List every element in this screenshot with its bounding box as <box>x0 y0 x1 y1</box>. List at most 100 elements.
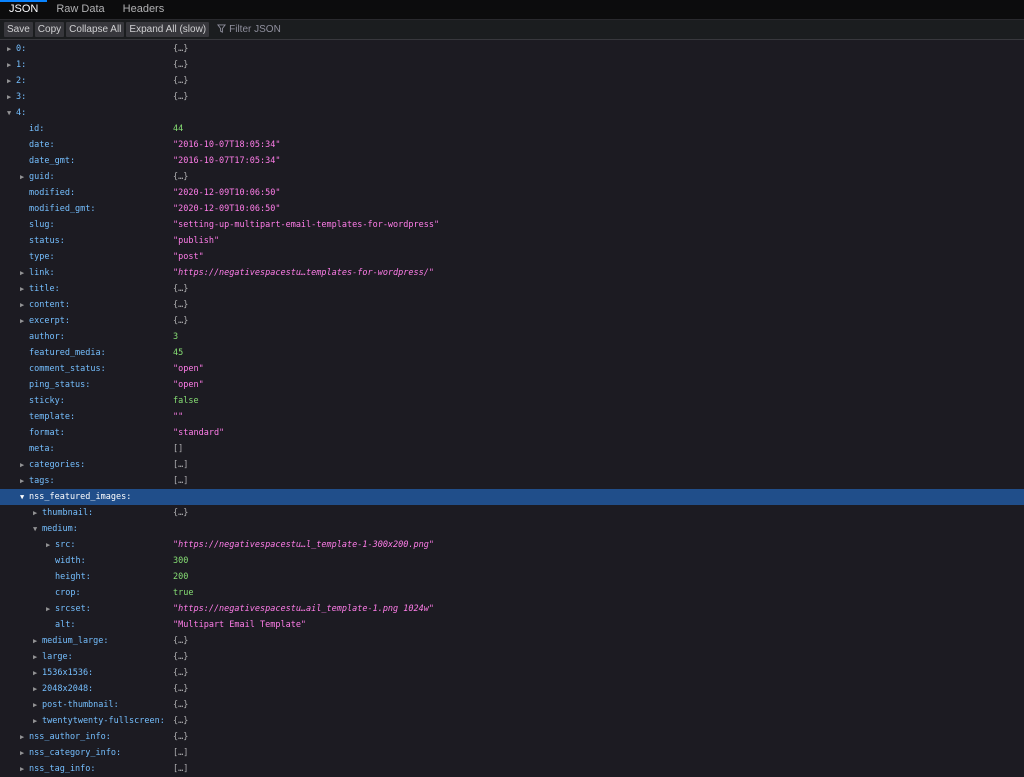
expand-all-button[interactable]: Expand All (slow) <box>126 22 210 37</box>
tree-row[interactable]: status: "publish" <box>0 233 1024 249</box>
row-value: "open" <box>173 380 204 390</box>
tree-row[interactable]: ▶ srcset: "https://negativespacestu…ail_te… <box>0 601 1024 617</box>
tree-row[interactable]: ▶ 2: {…} <box>0 73 1024 89</box>
collapsed-triangle-icon[interactable]: ▶ <box>46 537 50 553</box>
tree-row[interactable]: ▶ nss_category_info: […] <box>0 745 1024 761</box>
row-key: date_gmt: <box>29 156 76 166</box>
tree-row[interactable]: date: "2016-10-07T18:05:34" <box>0 137 1024 153</box>
tree-row[interactable]: modified: "2020-12-09T10:06:50" <box>0 185 1024 201</box>
collapsed-triangle-icon[interactable]: ▶ <box>20 265 24 281</box>
tree-row[interactable]: modified_gmt: "2020-12-09T10:06:50" <box>0 201 1024 217</box>
tree-row[interactable]: author: 3 <box>0 329 1024 345</box>
tree-row[interactable]: type: "post" <box>0 249 1024 265</box>
row-key: srcset: <box>55 604 91 614</box>
expanded-triangle-icon[interactable]: ▼ <box>20 489 24 505</box>
tree-row[interactable]: id: 44 <box>0 121 1024 137</box>
tree-row[interactable]: slug: "setting-up-multipart-email-templat… <box>0 217 1024 233</box>
tree-row[interactable]: ▶ post-thumbnail: {…} <box>0 697 1024 713</box>
row-value: {…} <box>173 172 189 182</box>
collapsed-triangle-icon[interactable]: ▶ <box>33 633 37 649</box>
row-value: {…} <box>173 636 189 646</box>
collapsed-triangle-icon[interactable]: ▶ <box>33 665 37 681</box>
tree-row[interactable]: ▼ medium: <box>0 521 1024 537</box>
collapsed-triangle-icon[interactable]: ▶ <box>20 297 24 313</box>
expanded-triangle-icon[interactable]: ▼ <box>7 105 11 121</box>
collapsed-triangle-icon[interactable]: ▶ <box>7 57 11 73</box>
tree-row[interactable]: ▶ large: {…} <box>0 649 1024 665</box>
collapsed-triangle-icon[interactable]: ▶ <box>20 169 24 185</box>
tree-row[interactable]: ▶ 3: {…} <box>0 89 1024 105</box>
collapsed-triangle-icon[interactable]: ▶ <box>33 697 37 713</box>
collapsed-triangle-icon[interactable]: ▶ <box>33 505 37 521</box>
row-value: "2016-10-07T18:05:34" <box>173 140 281 150</box>
tree-row[interactable]: sticky: false <box>0 393 1024 409</box>
collapsed-triangle-icon[interactable]: ▶ <box>20 473 24 489</box>
tree-row[interactable]: featured_media: 45 <box>0 345 1024 361</box>
tree-row[interactable]: ▶ nss_tag_info: […] <box>0 761 1024 777</box>
tree-row[interactable]: ▶ nss_author_info: {…} <box>0 729 1024 745</box>
collapsed-triangle-icon[interactable]: ▶ <box>20 281 24 297</box>
tree-row[interactable]: crop: true <box>0 585 1024 601</box>
tree-row[interactable]: ▶ medium_large: {…} <box>0 633 1024 649</box>
tree-row[interactable]: ▶ 1: {…} <box>0 57 1024 73</box>
tree-row[interactable]: meta: [] <box>0 441 1024 457</box>
collapse-all-button[interactable]: Collapse All <box>66 22 125 37</box>
collapsed-triangle-icon[interactable]: ▶ <box>33 649 37 665</box>
collapsed-triangle-icon[interactable]: ▶ <box>7 73 11 89</box>
tab-headers[interactable]: Headers <box>114 0 174 19</box>
row-key: width: <box>55 556 86 566</box>
filter-json-input[interactable] <box>229 24 430 35</box>
tree-row[interactable]: ▶ 2048x2048: {…} <box>0 681 1024 697</box>
tree-row[interactable]: ▶ 0: {…} <box>0 41 1024 57</box>
tree-row[interactable]: ▶ thumbnail: {…} <box>0 505 1024 521</box>
tree-row[interactable]: ▶ guid: {…} <box>0 169 1024 185</box>
collapsed-triangle-icon[interactable]: ▶ <box>7 41 11 57</box>
row-value: {…} <box>173 732 189 742</box>
row-value: "setting-up-multipart-email-templates-fo… <box>173 220 440 230</box>
row-key: author: <box>29 332 65 342</box>
row-key: post-thumbnail: <box>42 700 119 710</box>
tree-row[interactable]: ▼ nss_featured_images: <box>0 489 1024 505</box>
tree-row[interactable]: alt: "Multipart Email Template" <box>0 617 1024 633</box>
tree-row[interactable]: ▶ excerpt: {…} <box>0 313 1024 329</box>
tree-row[interactable]: ▶ tags: […] <box>0 473 1024 489</box>
tree-row[interactable]: ▶ title: {…} <box>0 281 1024 297</box>
tree-row[interactable]: ▶ categories: […] <box>0 457 1024 473</box>
tree-row[interactable]: height: 200 <box>0 569 1024 585</box>
tree-row[interactable]: ▼ 4: <box>0 105 1024 121</box>
row-value: "" <box>173 412 184 422</box>
tree-row[interactable]: date_gmt: "2016-10-07T17:05:34" <box>0 153 1024 169</box>
row-value: {…} <box>173 300 189 310</box>
collapsed-triangle-icon[interactable]: ▶ <box>33 713 37 729</box>
tree-row[interactable]: ▶ src: "https://negativespacestu…l_templat… <box>0 537 1024 553</box>
tree-row[interactable]: width: 300 <box>0 553 1024 569</box>
tree-row[interactable]: format: "standard" <box>0 425 1024 441</box>
row-key: categories: <box>29 460 86 470</box>
row-value: false <box>173 396 199 406</box>
tree-row[interactable]: template: "" <box>0 409 1024 425</box>
collapsed-triangle-icon[interactable]: ▶ <box>7 89 11 105</box>
tab-json[interactable]: JSON <box>0 0 48 19</box>
collapsed-triangle-icon[interactable]: ▶ <box>20 729 24 745</box>
tree-row[interactable]: comment_status: "open" <box>0 361 1024 377</box>
row-key: excerpt: <box>29 316 70 326</box>
row-key: crop: <box>55 588 81 598</box>
collapsed-triangle-icon[interactable]: ▶ <box>20 313 24 329</box>
save-button[interactable]: Save <box>4 22 33 37</box>
row-key: template: <box>29 412 76 422</box>
copy-button[interactable]: Copy <box>34 22 65 37</box>
tab-raw-data[interactable]: Raw Data <box>47 0 113 19</box>
tree-row[interactable]: ▶ link: "https://negativespacestu…template… <box>0 265 1024 281</box>
row-key: alt: <box>55 620 76 630</box>
tree-row[interactable]: ▶ 1536x1536: {…} <box>0 665 1024 681</box>
collapsed-triangle-icon[interactable]: ▶ <box>20 761 24 777</box>
tree-row[interactable]: ▶ twentytwenty-fullscreen: {…} <box>0 713 1024 729</box>
tree-row[interactable]: ▶ content: {…} <box>0 297 1024 313</box>
collapsed-triangle-icon[interactable]: ▶ <box>33 681 37 697</box>
row-value: {…} <box>173 60 189 70</box>
expanded-triangle-icon[interactable]: ▼ <box>33 521 37 537</box>
collapsed-triangle-icon[interactable]: ▶ <box>20 457 24 473</box>
collapsed-triangle-icon[interactable]: ▶ <box>20 745 24 761</box>
tree-row[interactable]: ping_status: "open" <box>0 377 1024 393</box>
collapsed-triangle-icon[interactable]: ▶ <box>46 601 50 617</box>
